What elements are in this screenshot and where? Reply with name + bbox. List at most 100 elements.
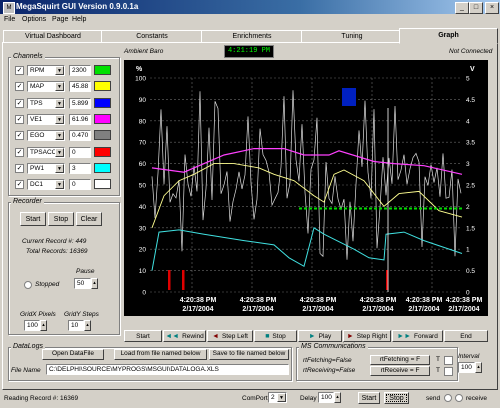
- channel-color-swatch[interactable]: [94, 113, 111, 124]
- file-name-label: File Name: [11, 367, 41, 374]
- channel-color-swatch[interactable]: [94, 130, 111, 141]
- time-label: 4:20:38 PM: [406, 297, 443, 304]
- tab-graph[interactable]: Graph: [399, 28, 498, 44]
- channel-checkbox[interactable]: ✓: [15, 82, 24, 92]
- channel-select[interactable]: EGO ▼: [27, 130, 65, 142]
- gridy-spinner[interactable]: ▴: [84, 320, 91, 331]
- channel-color-swatch[interactable]: [94, 97, 111, 108]
- channel-color-swatch[interactable]: [94, 146, 111, 157]
- comport-select[interactable]: 2 ▼: [268, 392, 287, 403]
- right-tick-label: 1: [466, 247, 470, 254]
- channel-select[interactable]: MAP ▼: [27, 81, 65, 93]
- comport-value: 2: [271, 394, 275, 401]
- menu-bar: File Options Page Help: [0, 14, 500, 26]
- channel-select[interactable]: TPS ▼: [27, 97, 65, 109]
- right-tick-label: 0: [466, 290, 470, 297]
- graph-area[interactable]: % V 100 90 80 70 60 50 40 30 20 10 0 5 4.5 4 3.5 3 2.5 2 1.5…: [124, 60, 488, 316]
- nav-button-label: Play: [318, 332, 332, 340]
- tps-trace: [342, 88, 356, 106]
- menu-help[interactable]: Help: [72, 16, 86, 23]
- chevron-down-icon: ▼: [55, 147, 64, 157]
- time-label: 4:20:38 PM: [360, 297, 397, 304]
- menu-page[interactable]: Page: [52, 16, 68, 23]
- step-right-button[interactable]: ► Step Right: [343, 330, 391, 342]
- load-file-button[interactable]: Load from file named below: [114, 349, 207, 360]
- rtreceive-t-label: T: [436, 367, 440, 374]
- save-file-button[interactable]: Save to file named below: [209, 349, 289, 360]
- gridx-field[interactable]: 100: [24, 320, 40, 331]
- step-left-button[interactable]: ◄ Step Left: [207, 330, 253, 342]
- channel-checkbox[interactable]: ✓: [15, 163, 24, 173]
- channel-select[interactable]: PW1 ▼: [27, 162, 65, 174]
- pause-spinner[interactable]: ▴: [91, 278, 98, 289]
- channel-name: MAP: [30, 83, 45, 91]
- play-icon: ►: [308, 332, 316, 340]
- chevron-down-icon: ▼: [55, 98, 64, 108]
- channel-checkbox[interactable]: ✓: [15, 131, 24, 141]
- gridy-field[interactable]: 10: [68, 320, 84, 331]
- nav-button-label: Step Right: [356, 332, 388, 340]
- step-left-icon: ◄: [212, 332, 219, 340]
- channel-checkbox[interactable]: ✓: [15, 66, 24, 75]
- gridx-label: GridX Pixels: [20, 311, 56, 318]
- chevron-down-icon: ▼: [55, 163, 64, 173]
- rtreceive-button[interactable]: rtReceive = F: [370, 366, 430, 376]
- recorder-start-button[interactable]: Start: [20, 212, 46, 226]
- left-tick-label: 0: [142, 290, 146, 297]
- rewind-button[interactable]: ◄◄ Rewind: [163, 330, 206, 342]
- channel-value: 2300: [69, 65, 91, 76]
- chevron-down-icon: ▼: [55, 131, 64, 141]
- delay-spinner[interactable]: ▴: [334, 392, 341, 403]
- channel-checkbox[interactable]: ✓: [15, 98, 24, 108]
- menu-file[interactable]: File: [4, 16, 15, 23]
- channel-select[interactable]: VE1 ▼: [27, 113, 65, 125]
- recorder-clear-button[interactable]: Clear: [76, 212, 102, 226]
- right-tick-label: 3.5: [466, 140, 475, 147]
- left-unit: %: [136, 66, 143, 73]
- date-label: 2/17/2004: [182, 306, 213, 313]
- channel-color-swatch[interactable]: [94, 81, 111, 92]
- end-button[interactable]: End: [444, 330, 488, 342]
- minimize-button[interactable]: _: [455, 2, 469, 14]
- close-button[interactable]: ×: [485, 2, 499, 14]
- rtreceive-checkbox[interactable]: [444, 367, 453, 376]
- recorder-title: Recorder: [11, 198, 44, 205]
- channel-color-swatch[interactable]: [94, 65, 111, 75]
- pause-field[interactable]: 50: [74, 278, 91, 289]
- comm-start-button[interactable]: Start: [358, 392, 380, 404]
- maximize-button[interactable]: □: [469, 2, 483, 14]
- rtfetching-button[interactable]: rtFetching = F: [370, 355, 430, 365]
- channel-name: TPS: [30, 99, 43, 107]
- interval-field[interactable]: 100: [458, 362, 475, 373]
- delay-field[interactable]: 100: [318, 392, 334, 403]
- start-button[interactable]: Start: [124, 330, 162, 342]
- forward-button[interactable]: ►► Forward: [392, 330, 443, 342]
- stopped-indicator: [24, 281, 32, 289]
- channel-select[interactable]: TPSACC ▼: [27, 146, 65, 158]
- stop-button[interactable]: ■ Stop: [254, 330, 297, 342]
- menu-options[interactable]: Options: [22, 16, 46, 23]
- channel-select[interactable]: DC1 ▼: [27, 179, 65, 191]
- gridx-spinner[interactable]: ▴: [40, 320, 47, 331]
- status-bar: Reading Record #: 16369 ComPort 2 ▼ Dela…: [0, 389, 500, 408]
- interval-spinner[interactable]: ▴: [475, 362, 482, 373]
- pause-label: Pause: [76, 268, 95, 275]
- channel-select[interactable]: RPM ▼: [27, 65, 65, 76]
- channel-color-swatch[interactable]: [94, 179, 111, 190]
- open-datafile-button[interactable]: Open DataFile: [42, 349, 104, 360]
- rtfetching-checkbox[interactable]: [444, 356, 453, 365]
- nav-button-label: Step Left: [221, 332, 248, 340]
- file-name-field[interactable]: C:\DELPHI\SOURCE\MYPROGS\MSGUI\DATALOGA.…: [46, 364, 289, 375]
- play-button[interactable]: ► Play: [298, 330, 342, 342]
- comm-stop-button[interactable]: Stop: [384, 392, 409, 404]
- channel-checkbox[interactable]: ✓: [15, 114, 24, 124]
- channel-checkbox[interactable]: ✓: [15, 180, 24, 190]
- rpm-trace: [151, 90, 462, 260]
- tpsacc-marker: [182, 270, 185, 290]
- ms-comms-title: MS Communications: [299, 343, 368, 350]
- recorder-stop-button[interactable]: Stop: [48, 212, 74, 226]
- left-tick-label: 70: [139, 140, 147, 147]
- channel-checkbox[interactable]: ✓: [15, 147, 24, 157]
- channel-color-swatch[interactable]: [94, 162, 111, 173]
- app-icon: M: [3, 2, 15, 14]
